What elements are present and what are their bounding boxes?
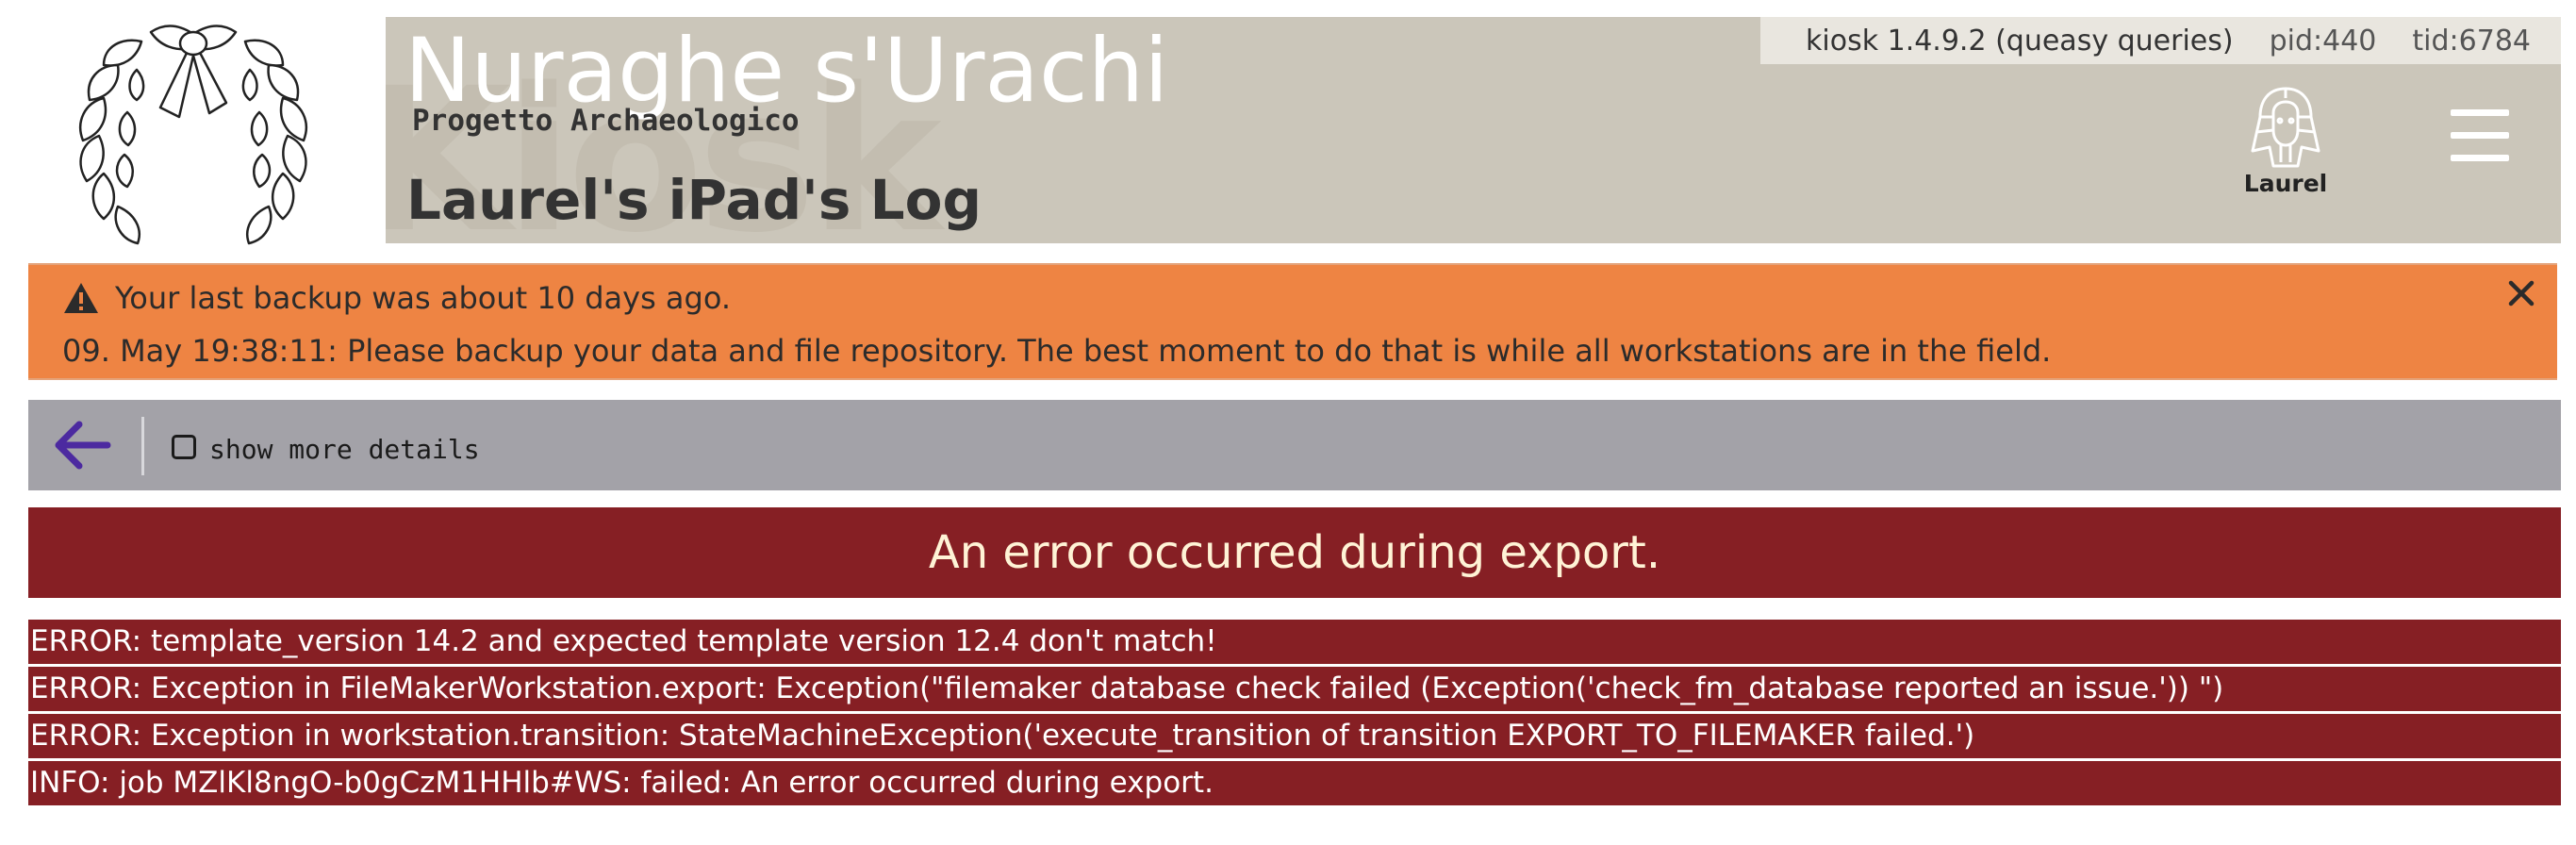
pharaoh-avatar-icon bbox=[2251, 87, 2320, 168]
version-info: kiosk 1.4.9.2 (queasy queries) pid:440 t… bbox=[1760, 17, 2561, 64]
page-title: Laurel's iPad's Log bbox=[406, 168, 982, 232]
log-line-error-filemaker-export: ERROR: Exception in FileMakerWorkstation… bbox=[28, 667, 2561, 711]
log-toolbar: show more details bbox=[28, 400, 2561, 490]
show-more-details-toggle[interactable]: show more details bbox=[172, 428, 480, 465]
export-error-message: An error occurred during export. bbox=[928, 526, 1661, 579]
log-list: ERROR: template_version 14.2 and expecte… bbox=[28, 620, 2561, 808]
hamburger-menu-icon[interactable] bbox=[2451, 109, 2509, 162]
version-label: kiosk 1.4.9.2 (queasy queries) bbox=[1806, 24, 2234, 58]
log-line-info-job-failed: INFO: job MZlKl8ngO-b0gCzM1HHlb#WS: fail… bbox=[28, 761, 2561, 805]
show-more-details-label: show more details bbox=[209, 434, 480, 465]
pid-label: pid:440 bbox=[2269, 24, 2377, 58]
export-error-banner: An error occurred during export. bbox=[28, 507, 2561, 598]
show-more-details-checkbox[interactable] bbox=[172, 434, 196, 459]
warning-icon bbox=[64, 283, 98, 313]
backup-warning: Your last backup was about 10 days ago. … bbox=[28, 263, 2557, 380]
user-account-button[interactable]: Laurel bbox=[2234, 85, 2337, 197]
site-subtitle: Progetto Archaeologico bbox=[412, 104, 800, 138]
log-line-error-transition: ERROR: Exception in workstation.transiti… bbox=[28, 714, 2561, 758]
log-line-error-template-version: ERROR: template_version 14.2 and expecte… bbox=[28, 620, 2561, 664]
toolbar-divider bbox=[141, 417, 144, 475]
arrow-left-icon[interactable] bbox=[51, 417, 111, 473]
project-logo bbox=[38, 13, 349, 249]
user-name: Laurel bbox=[2243, 170, 2328, 197]
close-icon[interactable] bbox=[2506, 278, 2536, 308]
tid-label: tid:6784 bbox=[2412, 24, 2531, 58]
backup-warning-title: Your last backup was about 10 days ago. bbox=[115, 280, 732, 316]
backup-warning-title-row: Your last backup was about 10 days ago. bbox=[62, 280, 731, 316]
header-banner: Kiosk Nuraghe s'Urachi Progetto Archaeol… bbox=[386, 17, 2561, 243]
backup-warning-message: 09. May 19:38:11: Please backup your dat… bbox=[62, 333, 2052, 369]
